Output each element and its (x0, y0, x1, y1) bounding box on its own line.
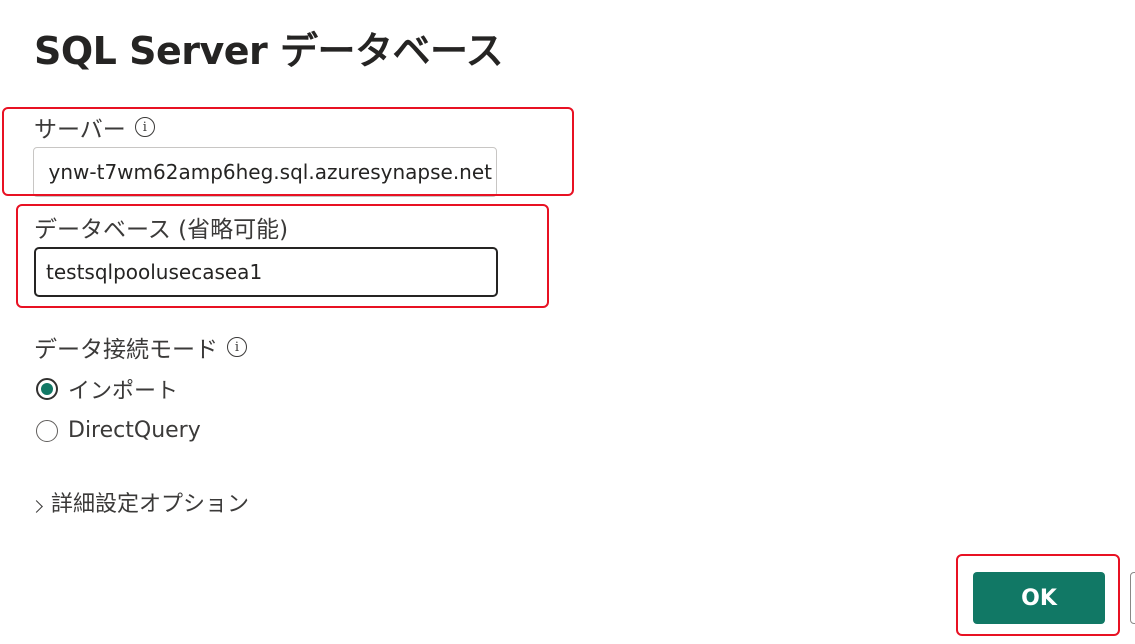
connection-mode-label-row: データ接続モード i (34, 330, 247, 364)
radio-directquery[interactable]: DirectQuery (36, 418, 201, 443)
advanced-options-label: 詳細設定オプション (51, 492, 250, 517)
database-label-row: データベース (省略可能) (34, 210, 288, 244)
advanced-options-toggle[interactable]: 詳細設定オプション (30, 486, 250, 518)
ok-button[interactable]: OK (973, 572, 1105, 624)
server-label: サーバー (34, 117, 126, 143)
radio-unchecked-icon[interactable] (36, 419, 58, 442)
server-input-value: ynw-t7wm62amp6heg.sql.azuresynapse.net (48, 160, 492, 184)
info-icon[interactable]: i (134, 117, 155, 137)
server-input[interactable]: ynw-t7wm62amp6heg.sql.azuresynapse.net (33, 147, 497, 197)
database-input[interactable]: testsqlpoolusecasea1 (34, 247, 498, 297)
database-label: データベース (省略可能) (34, 217, 289, 243)
info-icon[interactable]: i (227, 337, 247, 357)
radio-directquery-label: DirectQuery (68, 418, 201, 443)
radio-checked-icon[interactable] (36, 378, 58, 400)
radio-import-label: インポート (68, 379, 179, 404)
radio-import[interactable]: インポート (36, 373, 178, 405)
connection-mode-label: データ接続モード (34, 337, 218, 363)
chevron-right-icon (30, 499, 43, 513)
server-label-row: サーバー i (34, 110, 155, 144)
database-input-value: testsqlpoolusecasea1 (46, 260, 263, 284)
dialog-title: SQL Server データベース (34, 29, 504, 73)
cancel-button[interactable] (1130, 572, 1135, 624)
